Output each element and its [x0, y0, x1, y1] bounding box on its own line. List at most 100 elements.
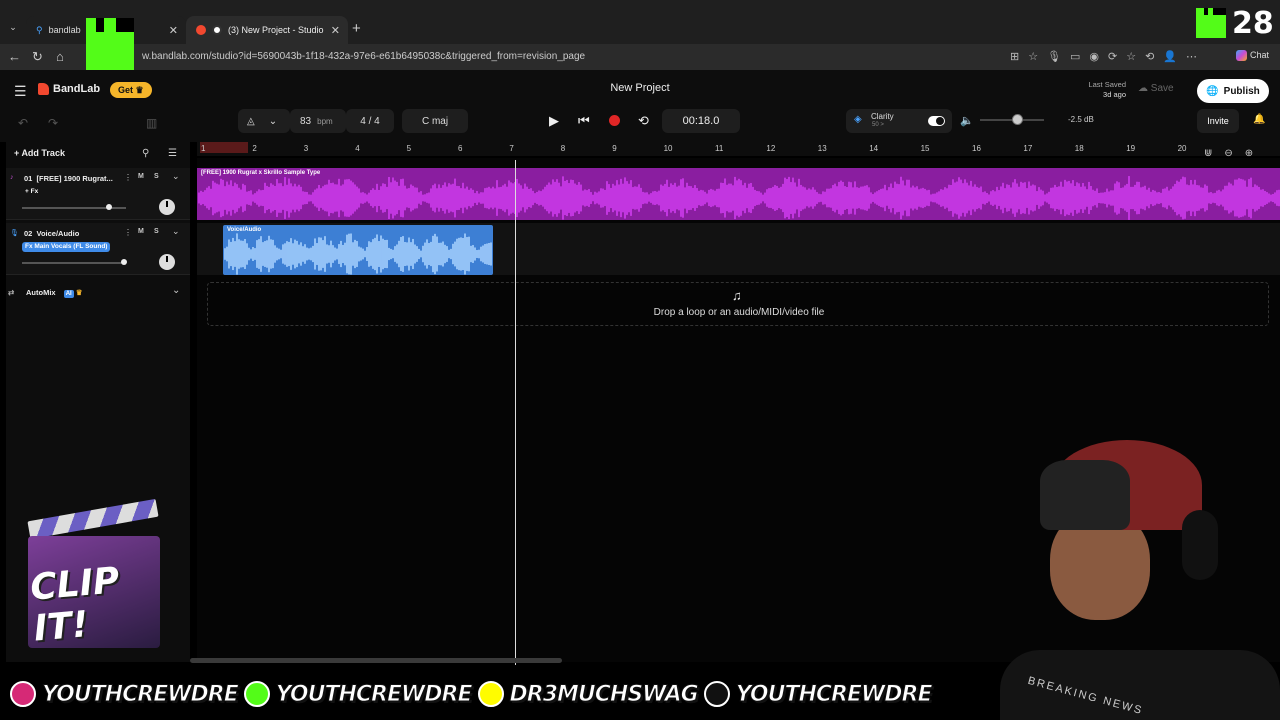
redo-icon[interactable]: ↷ [48, 116, 58, 130]
loop-icon[interactable]: ⟲ [638, 113, 649, 129]
chevron-down-icon[interactable]: ⌄ [172, 171, 180, 182]
metronome-button[interactable]: ◬ ⌄ [238, 109, 290, 133]
back-icon[interactable]: ← [8, 49, 21, 64]
publish-button[interactable]: 🌐 Publish [1197, 79, 1269, 103]
studio-toolbar: ↶ ↷ ▥ ◬ ⌄ 83 bpm 4 / 4 C maj ▶ ⏮ ⟲ 00:18… [0, 108, 1280, 142]
kick-icon [1196, 8, 1226, 38]
time-signature-field[interactable]: 4 / 4 [346, 109, 394, 133]
ruler-number: 12 [766, 144, 776, 153]
social-handle: DR3MUCHSWAG [509, 681, 699, 707]
skip-back-icon[interactable]: ⏮ [578, 113, 590, 129]
ruler-number: 19 [1126, 144, 1136, 153]
ruler-number: 4 [355, 144, 360, 153]
solo-button[interactable]: S [154, 228, 159, 235]
audio-clip-1[interactable]: [FREE] 1900 Rugrat x Skrillo Sample Type [197, 168, 1280, 220]
browser-extension-icons[interactable]: ⊞☆🎙▭◉⟳☆⟲👤⋯ [1010, 50, 1206, 63]
bandlab-logo-icon [38, 83, 49, 95]
fader-knob[interactable] [120, 259, 127, 265]
horizontal-scrollbar[interactable] [190, 658, 562, 663]
add-track-button[interactable]: + Add Track [14, 148, 65, 158]
tuning-fork-icon[interactable]: ⚲ [142, 148, 149, 159]
automix-row[interactable]: ⇄ AutoMix AI ♛ [8, 288, 83, 298]
track-index: 02 [24, 229, 33, 238]
close-icon[interactable]: ✕ [169, 24, 178, 37]
fader-knob[interactable] [106, 204, 113, 210]
key-field[interactable]: C maj [402, 109, 468, 133]
social-handle: YOUTHCREWDRE [275, 681, 473, 707]
ruler-number: 15 [920, 144, 930, 153]
tab-label: (3) New Project - Studio [228, 25, 324, 35]
add-fx-button[interactable]: + Fx [22, 187, 41, 197]
add-track-label: Add Track [21, 148, 65, 158]
menu-icon[interactable]: ☰ [14, 83, 27, 100]
bpm-field[interactable]: 83 bpm [290, 109, 346, 133]
track-name-2[interactable]: 02 Voice/Audio [24, 229, 79, 238]
drop-zone[interactable]: ♫ Drop a loop or an audio/MIDI/video fil… [207, 282, 1269, 326]
clip-it-text: CLIP IT! [28, 560, 122, 650]
more-options-icon[interactable]: ⋮ [124, 228, 132, 237]
tab-list-menu-icon[interactable]: ⌄ [6, 22, 20, 36]
solo-button[interactable]: S [154, 173, 159, 180]
track-header-2[interactable]: 🎙 02 Voice/Audio ⋮ M S ⌄ Fx Main Vocals … [6, 223, 190, 275]
track-header-1[interactable]: ♪ 01 [FREE] 1900 Rugrat... ⋮ M S ⌄ + Fx [6, 168, 190, 220]
bell-icon[interactable]: 🔔 [1253, 114, 1265, 125]
fx-preset-chip[interactable]: Fx Main Vocals (FL Sound) [22, 242, 111, 252]
mixer-settings-icon[interactable]: ☰ [168, 148, 177, 159]
pan-knob[interactable] [159, 199, 175, 215]
microphone-icon: 🎙 [10, 230, 19, 237]
save-button[interactable]: ☁ Save [1138, 83, 1174, 94]
get-membership-button[interactable]: Get ♛ [110, 82, 152, 98]
ruler-number: 17 [1023, 144, 1033, 153]
speaker-icon[interactable]: 🔈 [960, 114, 974, 127]
pan-knob[interactable] [159, 254, 175, 270]
instrument-icon: ♪ [10, 174, 14, 181]
project-title[interactable]: New Project [540, 82, 740, 94]
piano-icon[interactable]: ▥ [146, 116, 157, 130]
url-field[interactable]: w.bandlab.com/studio?id=5690043b-1f18-43… [90, 48, 1090, 66]
reload-icon[interactable]: ↻ [32, 49, 43, 65]
play-icon[interactable]: ▶ [549, 113, 559, 129]
invite-button[interactable]: Invite [1197, 109, 1239, 133]
ruler-number: 16 [972, 144, 981, 153]
crown-icon: ♛ [135, 85, 144, 95]
home-icon[interactable]: ⌂ [56, 49, 64, 64]
mute-button[interactable]: M [138, 173, 144, 180]
clarity-control[interactable]: ◈ Clarity 50 > [846, 109, 952, 133]
bandlab-logo[interactable]: BandLab [38, 83, 100, 95]
clarity-toggle[interactable] [928, 116, 945, 126]
ruler-number: 3 [303, 144, 309, 153]
master-volume-slider[interactable] [980, 114, 1044, 125]
track-index: 01 [24, 174, 33, 183]
ruler-number: 9 [612, 144, 617, 153]
timeline-ruler[interactable]: 1 2 3 4 5 6 7 8 9 10 11 12 13 14 15 16 17 18 19 20 [197, 142, 1280, 156]
undo-icon[interactable]: ↶ [18, 116, 28, 130]
track-volume-slider[interactable] [22, 259, 127, 265]
chevron-down-icon[interactable]: ⌄ [172, 285, 180, 296]
volume-knob[interactable] [1012, 114, 1023, 125]
social-handles-bar: YOUTHCREWDRE YOUTHCREWDRE DR3MUCHSWAG YOUTH… [10, 678, 940, 710]
track-title: Voice/Audio [36, 229, 80, 238]
crown-icon: ♛ [75, 288, 83, 297]
ruler-number: 7 [509, 144, 514, 153]
mute-button[interactable]: M [138, 228, 144, 235]
loop-region-marker[interactable] [200, 142, 248, 153]
close-icon[interactable]: ✕ [331, 24, 340, 37]
new-tab-button[interactable]: + [352, 20, 361, 37]
track-volume-slider[interactable] [22, 204, 126, 210]
waveform [224, 233, 492, 275]
playhead[interactable] [515, 160, 516, 665]
drop-zone-text: Drop a loop or an audio/MIDI/video file [653, 307, 825, 318]
audio-clip-2[interactable]: Voice/Audio [223, 225, 493, 275]
chat-button[interactable]: Chat [1236, 50, 1269, 62]
metronome-icon: ◬ [247, 115, 255, 127]
more-options-icon[interactable]: ⋮ [124, 173, 132, 182]
time-display[interactable]: 00:18.0 [662, 109, 740, 133]
social-handle: YOUTHCREWDRE [735, 681, 933, 707]
chevron-down-icon[interactable]: ⌄ [172, 226, 180, 237]
track-name-1[interactable]: 01 [FREE] 1900 Rugrat... [24, 174, 113, 183]
last-saved-status: Last Saved 3d ago [1060, 80, 1126, 100]
save-label: Save [1150, 83, 1174, 94]
browser-tab-studio[interactable]: (3) New Project - Studio ✕ [186, 16, 348, 44]
ruler-number: 2 [252, 144, 257, 153]
record-icon[interactable] [609, 115, 620, 126]
